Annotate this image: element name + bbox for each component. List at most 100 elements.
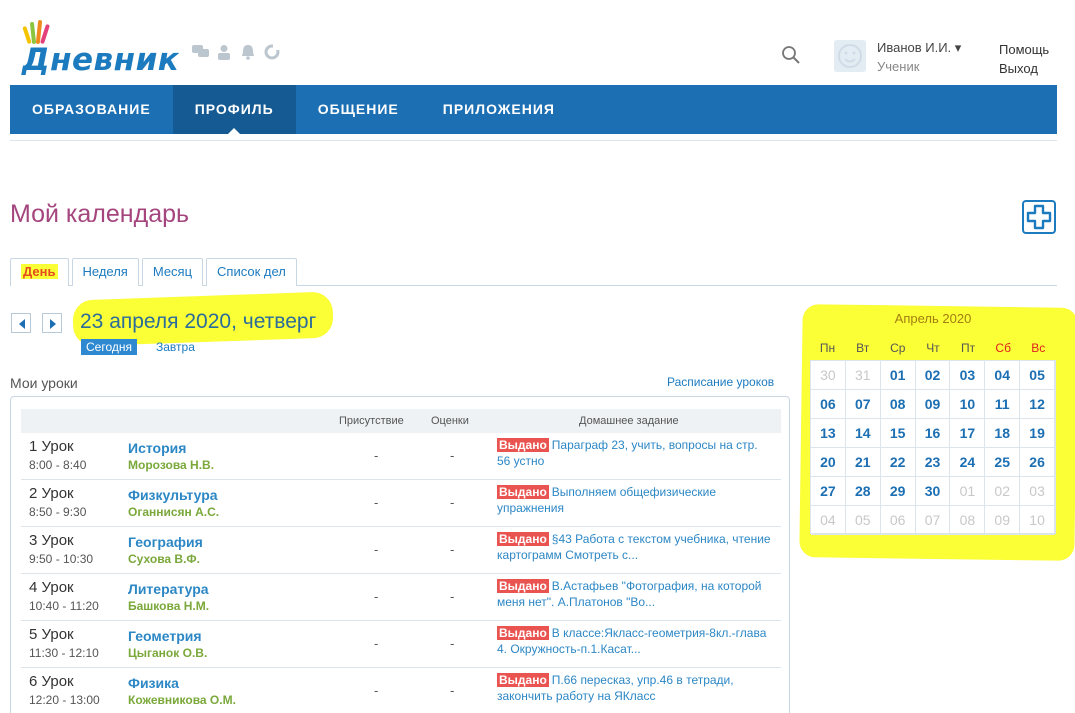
bell-icon[interactable] [240, 44, 258, 60]
next-day-button[interactable] [42, 313, 62, 333]
lesson-homework[interactable]: Выдано В.Астафьев "Фотография, на которой… [497, 578, 772, 610]
calendar-day[interactable]: 04 [985, 361, 1021, 390]
lesson-subject[interactable]: География [128, 534, 203, 550]
calendar-day[interactable]: 10 [950, 390, 986, 419]
weekday-label: Пт [961, 341, 976, 355]
calendar-day[interactable]: 26 [1020, 448, 1055, 477]
add-event-button[interactable] [1022, 200, 1056, 234]
tab-day[interactable]: День [10, 258, 69, 286]
calendar-day[interactable]: 01 [880, 361, 916, 390]
calendar-day[interactable]: 05 [1020, 361, 1055, 390]
calendar-day[interactable]: 09 [915, 390, 951, 419]
calendar-day[interactable]: 06 [811, 390, 846, 419]
lesson-homework[interactable]: Выдано Выполняем общефизические упражнени… [497, 484, 772, 516]
calendar-day[interactable]: 09 [985, 506, 1021, 535]
lesson-grade: - [450, 636, 455, 651]
calendar-day[interactable]: 13 [811, 419, 846, 448]
plus-icon [1026, 204, 1052, 230]
calendar-day[interactable]: 28 [845, 477, 881, 506]
calendar-day[interactable]: 18 [985, 419, 1021, 448]
lesson-subject[interactable]: Физкультура [128, 487, 218, 503]
header-icons [192, 44, 282, 60]
lesson-subject[interactable]: Физика [128, 675, 179, 691]
calendar-day[interactable]: 03 [950, 361, 986, 390]
logo[interactable]: Дневник [10, 12, 179, 78]
calendar-day[interactable]: 15 [880, 419, 916, 448]
calendar-day[interactable]: 17 [950, 419, 986, 448]
calendar-day[interactable]: 08 [880, 390, 916, 419]
table-row: 3 Урок 9:50 - 10:30 География Сухова В.Ф. - -… [21, 527, 781, 574]
calendar-day[interactable]: 30 [811, 361, 846, 390]
calendar-grid: 30 31 01 02 03 04 05 06 07 08 09 10 11 12 13 14 15 16 17 18… [810, 360, 1056, 535]
tab-month[interactable]: Месяц [141, 258, 204, 286]
calendar-day[interactable]: 22 [880, 448, 916, 477]
lesson-homework[interactable]: Выдано §43 Работа с текстом учебника, чте… [497, 531, 772, 563]
calendar-day[interactable]: 02 [915, 361, 951, 390]
lesson-homework[interactable]: Выдано Параграф 23, учить, вопросы на стр… [497, 437, 772, 469]
schedule-link[interactable]: Расписание уроков [667, 375, 774, 389]
calendar-day[interactable]: 07 [915, 506, 951, 535]
table-row: 6 Урок 12:20 - 13:00 Физика Кожевникова О.М… [21, 668, 781, 713]
lessons-label: Мои уроки [10, 375, 78, 391]
user-icon[interactable] [216, 44, 234, 60]
calendar-day[interactable]: 29 [880, 477, 916, 506]
user-name-dropdown[interactable]: Иванов И.И. ▾ [877, 40, 961, 56]
lesson-number: 1 Урок [29, 438, 74, 455]
lesson-subject[interactable]: История [128, 440, 186, 456]
help-link[interactable]: Помощь [999, 42, 1049, 57]
arrow-left-icon [19, 319, 25, 329]
tab-todo-list[interactable]: Список дел [206, 258, 297, 286]
lesson-number: 3 Урок [29, 532, 74, 549]
calendar-day[interactable]: 19 [1020, 419, 1055, 448]
col-grades: Оценки [431, 415, 469, 427]
lesson-subject[interactable]: Геометрия [128, 628, 202, 644]
calendar-day[interactable]: 12 [1020, 390, 1055, 419]
prev-day-button[interactable] [11, 313, 31, 333]
calendar-day[interactable]: 25 [985, 448, 1021, 477]
messages-icon[interactable] [192, 44, 210, 60]
header: Дневник Иванов И.И. ▾ Ученик Помощь Выхо… [0, 0, 1075, 84]
table-row: 2 Урок 8:50 - 9:30 Физкультура Оганнисян А.… [21, 480, 781, 527]
nav-communication[interactable]: ОБЩЕНИЕ [296, 85, 421, 134]
logo-text: Дневник [22, 42, 180, 78]
lesson-number: 5 Урок [29, 626, 74, 643]
calendar-day[interactable]: 07 [845, 390, 881, 419]
calendar-day[interactable]: 30 [915, 477, 951, 506]
lesson-attendance: - [374, 636, 379, 651]
lesson-time: 11:30 - 12:10 [29, 646, 99, 660]
calendar-day[interactable]: 04 [811, 506, 846, 535]
calendar-day[interactable]: 14 [845, 419, 881, 448]
calendar-day[interactable]: 11 [985, 390, 1021, 419]
calendar-day[interactable]: 16 [915, 419, 951, 448]
nav-profile[interactable]: ПРОФИЛЬ [172, 85, 296, 134]
refresh-icon[interactable] [264, 44, 282, 60]
calendar-day[interactable]: 05 [845, 506, 881, 535]
calendar-day[interactable]: 01 [950, 477, 986, 506]
calendar-day[interactable]: 03 [1020, 477, 1055, 506]
calendar-day[interactable]: 10 [1020, 506, 1055, 535]
lesson-attendance: - [374, 448, 379, 463]
lesson-number: 4 Урок [29, 579, 74, 596]
tomorrow-link[interactable]: Завтра [156, 340, 195, 354]
calendar-day[interactable]: 20 [811, 448, 846, 477]
homework-status-badge: Выдано [497, 438, 549, 452]
calendar-day[interactable]: 08 [950, 506, 986, 535]
calendar-day[interactable]: 21 [845, 448, 881, 477]
avatar[interactable] [834, 40, 866, 72]
nav-apps[interactable]: ПРИЛОЖЕНИЯ [421, 85, 577, 134]
exit-link[interactable]: Выход [999, 61, 1038, 76]
calendar-day[interactable]: 24 [950, 448, 986, 477]
calendar-day[interactable]: 06 [880, 506, 916, 535]
tab-week[interactable]: Неделя [71, 258, 139, 286]
calendar-day[interactable]: 31 [845, 361, 881, 390]
today-button[interactable]: Сегодня [81, 339, 137, 355]
search-icon[interactable] [780, 44, 802, 66]
lesson-subject[interactable]: Литература [128, 581, 209, 597]
lesson-homework[interactable]: Выдано П.66 пересказ, упр.46 в тетради, з… [497, 672, 772, 704]
calendar-day[interactable]: 02 [985, 477, 1021, 506]
lesson-homework[interactable]: Выдано В классе:Якласс-геометрия-8кл.-гла… [497, 625, 772, 657]
nav-education[interactable]: ОБРАЗОВАНИЕ [10, 85, 173, 134]
calendar-day[interactable]: 23 [915, 448, 951, 477]
col-attendance: Присутствие [339, 415, 404, 427]
calendar-day[interactable]: 27 [811, 477, 846, 506]
